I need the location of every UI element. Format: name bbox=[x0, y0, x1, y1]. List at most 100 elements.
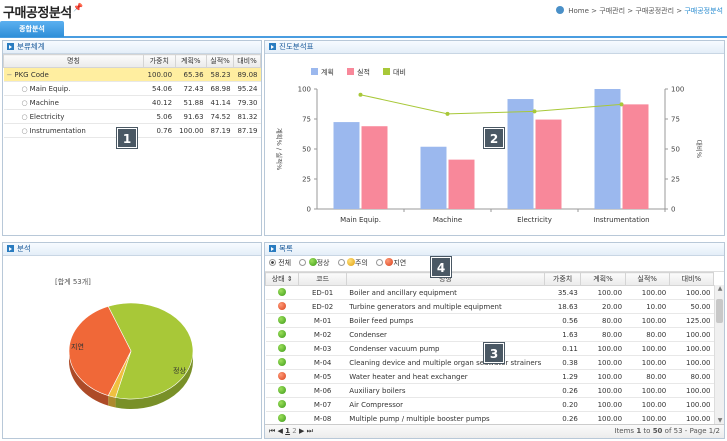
column-header-status[interactable]: 상태 ⇕ bbox=[264, 272, 300, 286]
y2-tick-label: 0 bbox=[671, 206, 675, 214]
pie-label: 지연 bbox=[71, 342, 84, 351]
radio-icon[interactable] bbox=[376, 259, 384, 266]
table-header: 상태 ⇕ 코드 명칭 가중치 계획% 실적% 대비% bbox=[264, 272, 715, 286]
ratio-point bbox=[532, 109, 537, 114]
page-title: 구매공정분석 bbox=[3, 6, 72, 21]
legend-label: 대비 bbox=[393, 68, 406, 77]
table-row[interactable]: ED-01 Boiler and ancillary equipment 35.43… bbox=[265, 285, 714, 300]
status-filter-bar: 전체 정상 주의 지연 bbox=[265, 256, 724, 272]
status-normal-icon bbox=[278, 386, 287, 394]
pie-label: 정상 bbox=[173, 366, 186, 375]
legend-label: 계획 bbox=[321, 68, 334, 77]
scroll-thumb[interactable] bbox=[716, 299, 723, 323]
x-tick-label: Electricity bbox=[517, 216, 552, 224]
filter-delayed[interactable]: 지연 bbox=[376, 258, 406, 267]
legend-label: 실적 bbox=[357, 68, 370, 77]
y2-axis-label: 대비% bbox=[695, 140, 704, 158]
x-tick-label: Machine bbox=[433, 216, 462, 224]
vertical-scrollbar[interactable]: ▲ ▼ bbox=[714, 285, 724, 425]
status-normal-icon bbox=[278, 414, 287, 422]
pager: ⏮ ◀ 1 2 ▶ ⏭ Items 1 to 50 of 53 - Page 1… bbox=[265, 424, 724, 438]
status-pie-chart: 정상 지연 bbox=[68, 302, 194, 409]
item-list-panel: 목록 전체 정상 주의 지연 상태 ⇕ 코드 명칭 가중치 계획% 실적% 대비… bbox=[264, 242, 725, 439]
status-normal-icon bbox=[278, 344, 287, 352]
panel-header: 진도분석표 bbox=[265, 41, 724, 54]
leaf-icon: ○ bbox=[21, 112, 28, 121]
status-delayed-icon bbox=[278, 372, 287, 380]
breadcrumb-current: 구매공정분석 bbox=[684, 7, 723, 15]
y2-tick-label: 50 bbox=[671, 146, 680, 154]
status-delayed-icon bbox=[278, 302, 287, 310]
status-normal-icon bbox=[278, 330, 287, 338]
leaf-icon: ○ bbox=[21, 98, 28, 107]
ratio-line bbox=[360, 94, 622, 115]
bar bbox=[594, 89, 621, 209]
table-row[interactable]: M-06 Auxiliary boilers 0.26 100.00 100.00 100… bbox=[265, 383, 714, 398]
panel-header: 분류체계 bbox=[3, 41, 261, 54]
pin-icon[interactable]: 📌 bbox=[73, 3, 83, 12]
table-header: 명칭 가중치 계획% 실적% 대비% bbox=[3, 54, 261, 68]
y2-tick-label: 100 bbox=[671, 86, 684, 94]
status-yellow-icon bbox=[346, 258, 355, 266]
tree-row[interactable]: − PKG Code 100.00 65.36 58.23 89.08 bbox=[3, 67, 261, 82]
breadcrumb-item[interactable]: 구매관리 bbox=[599, 7, 625, 15]
panel-arrow-icon bbox=[7, 43, 14, 50]
panel-arrow-icon bbox=[269, 245, 276, 252]
panel-title: 진도분석표 bbox=[279, 42, 314, 51]
breadcrumb-item[interactable]: 구매공정관리 bbox=[635, 7, 674, 15]
filter-warning[interactable]: 주의 bbox=[337, 258, 368, 267]
table-row[interactable]: M-02 Condenser 1.63 80.00 80.00 100.00 bbox=[265, 327, 714, 342]
panel-arrow-icon bbox=[7, 245, 14, 252]
bar bbox=[535, 119, 562, 209]
y-tick-label: 50 bbox=[302, 146, 311, 154]
panel-title: 분류체계 bbox=[17, 42, 45, 51]
page-1[interactable]: 1 bbox=[285, 427, 290, 435]
callout-badge-2: 2 bbox=[484, 128, 504, 148]
panel-header: 분석 bbox=[3, 243, 261, 256]
legend-swatch bbox=[311, 68, 318, 75]
table-row[interactable]: M-01 Boiler feed pumps 0.56 80.00 100.00 125.… bbox=[265, 313, 714, 328]
collapse-icon[interactable]: − bbox=[7, 71, 13, 79]
table-row[interactable]: ED-02 Turbine generators and multiple equ… bbox=[265, 299, 714, 314]
breadcrumb: Home > 구매관리 > 구매공정관리 > 구매공정분석 bbox=[556, 6, 723, 16]
table-row[interactable]: M-05 Water heater and heat exchanger 1.29 1… bbox=[265, 369, 714, 384]
table-row[interactable]: M-07 Air Compressor 0.20 100.00 100.00 100.00 bbox=[265, 397, 714, 412]
ratio-point bbox=[445, 111, 450, 116]
y-axis-label: 계획% / 실적% bbox=[275, 128, 284, 171]
bar bbox=[507, 99, 534, 209]
x-tick-label: Instrumentation bbox=[593, 216, 649, 224]
scroll-up-icon[interactable]: ▲ bbox=[716, 285, 724, 293]
legend-swatch bbox=[383, 68, 390, 75]
next-page-icon[interactable]: ▶ bbox=[299, 427, 304, 435]
callout-badge-4: 4 bbox=[431, 257, 451, 277]
status-normal-icon bbox=[278, 316, 287, 324]
status-normal-icon bbox=[278, 288, 287, 296]
filter-normal[interactable]: 정상 bbox=[299, 258, 329, 267]
tree-row[interactable]: ○ Main Equip. 54.06 72.43 68.98 95.24 bbox=[3, 81, 261, 96]
filter-all[interactable]: 전체 bbox=[269, 259, 291, 267]
home-icon[interactable] bbox=[556, 6, 565, 14]
radio-icon[interactable] bbox=[337, 259, 345, 266]
panel-header: 목록 bbox=[265, 243, 724, 256]
bar bbox=[333, 122, 360, 209]
panel-arrow-icon bbox=[269, 43, 276, 50]
leaf-icon: ○ bbox=[21, 126, 28, 135]
bar bbox=[361, 126, 388, 209]
radio-icon[interactable] bbox=[299, 259, 307, 266]
panel-title: 목록 bbox=[279, 244, 293, 253]
last-page-icon[interactable]: ⏭ bbox=[307, 427, 313, 435]
y-tick-label: 0 bbox=[307, 206, 311, 214]
status-green-icon bbox=[308, 258, 317, 266]
x-tick-label: Main Equip. bbox=[340, 216, 381, 224]
page-2[interactable]: 2 bbox=[292, 427, 296, 435]
tree-row[interactable]: ○ Electricity 5.06 91.63 74.52 81.32 bbox=[3, 109, 261, 124]
ratio-point bbox=[358, 92, 363, 97]
radio-icon[interactable] bbox=[269, 259, 276, 266]
prev-page-icon[interactable]: ◀ bbox=[278, 427, 283, 435]
tree-row[interactable]: ○ Machine 40.12 51.88 41.14 79.30 bbox=[3, 95, 261, 110]
first-page-icon[interactable]: ⏮ bbox=[269, 427, 275, 435]
sort-icon[interactable]: ⇕ bbox=[287, 275, 293, 283]
breadcrumb-home[interactable]: Home bbox=[568, 7, 589, 15]
tab-overview[interactable]: 종합분석 bbox=[0, 21, 64, 37]
y-tick-label: 25 bbox=[302, 176, 311, 184]
